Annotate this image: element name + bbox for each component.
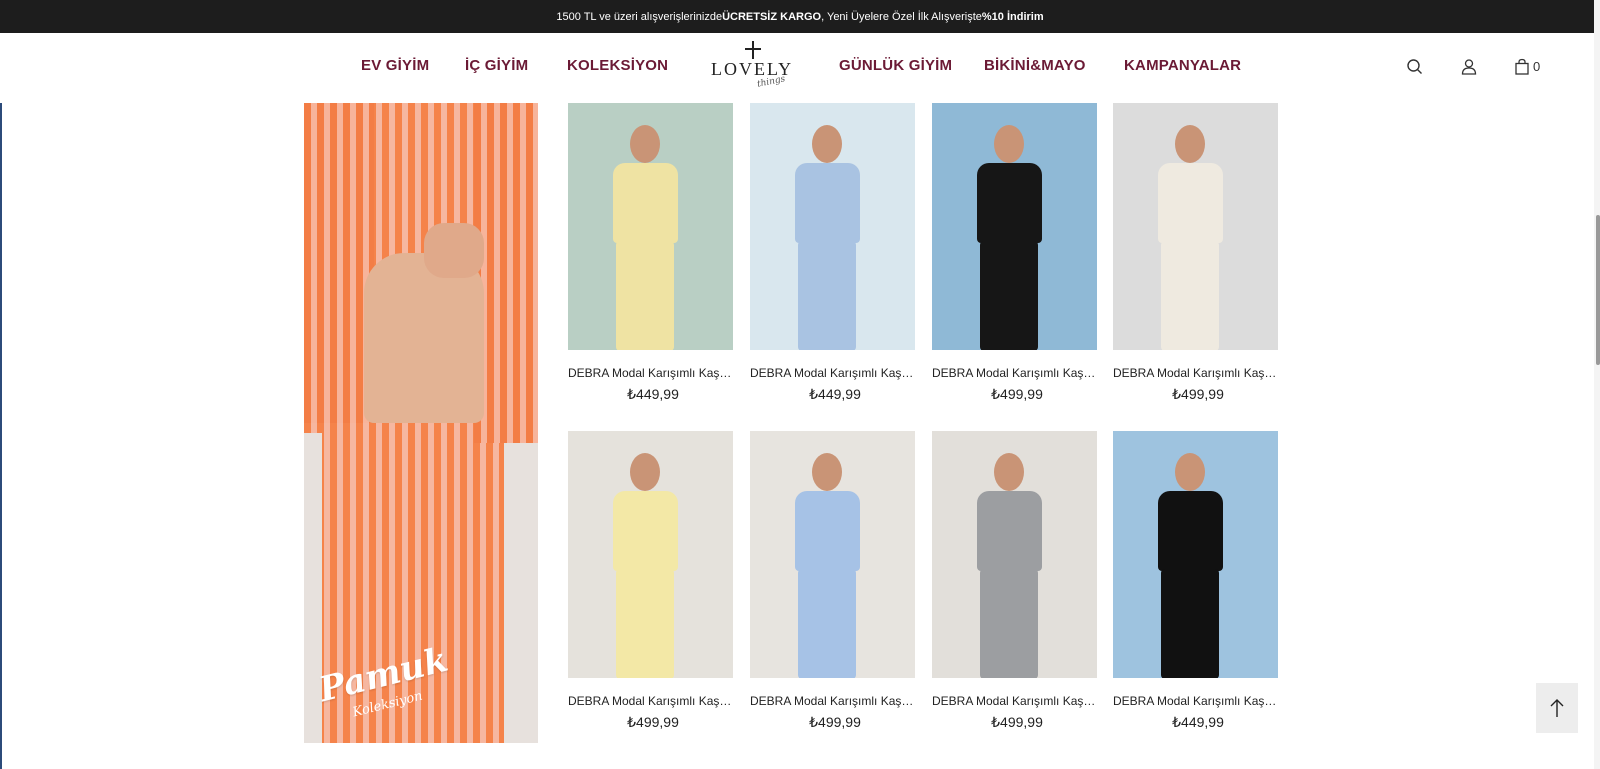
product-title[interactable]: DEBRA Modal Karışımlı Kaşkorse Pijama Ta…	[1113, 694, 1278, 708]
model-head	[994, 125, 1024, 163]
model-top	[613, 163, 678, 243]
product-card[interactable]: DEBRA Modal Karışımlı Kaşkorse Pijama Ta…	[750, 431, 915, 731]
model-bottom	[1161, 569, 1219, 678]
product-image[interactable]	[1113, 431, 1278, 678]
product-price: ₺449,99	[1172, 714, 1224, 730]
page-scrollbar-thumb[interactable]	[1596, 215, 1600, 365]
cart-count[interactable]: 0	[1533, 59, 1540, 74]
product-card[interactable]: DEBRA Modal Karışımlı Kaşkorse Pijama Ta…	[1113, 431, 1278, 731]
product-image[interactable]	[1113, 103, 1278, 350]
site-logo[interactable]: LOVELY things	[705, 39, 795, 97]
nav-ic-giyim[interactable]: İÇ GİYİM	[465, 57, 528, 74]
product-price: ₺499,99	[627, 714, 679, 730]
nav-kampanyalar[interactable]: KAMPANYALAR	[1124, 57, 1241, 74]
announcement-prefix: 1500 TL ve üzeri alışverişlerinizde	[556, 10, 723, 23]
product-price: ₺499,99	[991, 714, 1043, 730]
model-top	[795, 491, 860, 571]
product-title[interactable]: DEBRA Modal Karışımlı Kaşkorse Pijama Ta…	[932, 694, 1097, 708]
product-title[interactable]: DEBRA Modal Karışımlı Kaşkorse Pijama Ta…	[750, 366, 915, 380]
banner-model-hand	[424, 223, 484, 278]
model-top	[795, 163, 860, 243]
model-head	[994, 453, 1024, 491]
announcement-discount: %10 İndirim	[981, 10, 1044, 23]
model-head	[630, 453, 660, 491]
banner-background	[304, 433, 322, 743]
search-icon[interactable]	[1405, 57, 1425, 77]
promo-banner-pamuk-koleksiyon[interactable]: Pamuk Koleksiyon	[304, 103, 538, 743]
model-top	[1158, 163, 1223, 243]
announcement-bar: 1500 TL ve üzeri alışverişlerinizde ÜCRE…	[0, 0, 1600, 33]
product-card[interactable]: DEBRA Modal Karışımlı Kaşkorse Pijama Ta…	[568, 431, 733, 731]
site-header: EV GİYİM İÇ GİYİM KOLEKSİYON LOVELY thin…	[0, 33, 1600, 103]
window-edge	[0, 33, 2, 769]
shopping-bag-icon[interactable]	[1512, 57, 1532, 77]
product-title[interactable]: DEBRA Modal Karışımlı Kaşkorse Pijama Ta…	[568, 694, 733, 708]
model-bottom	[616, 569, 674, 678]
model-top	[1158, 491, 1223, 571]
scroll-to-top-button[interactable]	[1536, 683, 1578, 733]
banner-model-torso	[364, 253, 484, 423]
product-price: ₺449,99	[627, 386, 679, 402]
announcement-free-shipping: ÜCRETSİZ KARGO	[722, 10, 822, 23]
product-title[interactable]: DEBRA Modal Karışımlı Kaşkorse Pijama Ta…	[932, 366, 1097, 380]
product-card[interactable]: DEBRA Modal Karışımlı Kaşkorse Pijama Ta…	[932, 103, 1097, 403]
product-image[interactable]	[932, 431, 1097, 678]
product-card[interactable]: DEBRA Modal Karışımlı Kaşkorse Pijama Ta…	[568, 103, 733, 403]
product-image[interactable]	[568, 431, 733, 678]
model-bottom	[616, 241, 674, 350]
product-image[interactable]	[750, 103, 915, 350]
model-top	[613, 491, 678, 571]
product-image[interactable]	[568, 103, 733, 350]
product-card[interactable]: DEBRA Modal Karışımlı Kaşkorse Pijama Ta…	[750, 103, 915, 403]
nav-gunluk-giyim[interactable]: GÜNLÜK GİYİM	[839, 57, 952, 74]
product-title[interactable]: DEBRA Modal Karışımlı Kaşkorse Pijama Ta…	[1113, 366, 1278, 380]
product-title[interactable]: DEBRA Modal Karışımlı Kaşkorse Pijama Ta…	[750, 694, 915, 708]
product-price: ₺449,99	[809, 386, 861, 402]
model-bottom	[798, 241, 856, 350]
model-top	[977, 163, 1042, 243]
product-card[interactable]: DEBRA Modal Karışımlı Kaşkorse Pijama Ta…	[1113, 103, 1278, 403]
model-head	[630, 125, 660, 163]
announcement-middle: , Yeni Üyelere Özel İlk Alışverişte	[821, 10, 982, 23]
product-image[interactable]	[750, 431, 915, 678]
banner-background	[504, 433, 538, 743]
nav-koleksiyon[interactable]: KOLEKSİYON	[567, 57, 668, 74]
model-head	[812, 125, 842, 163]
nav-bikini-mayo[interactable]: BİKİNİ&MAYO	[984, 57, 1086, 74]
model-top	[977, 491, 1042, 571]
product-price: ₺499,99	[991, 386, 1043, 402]
nav-ev-giyim[interactable]: EV GİYİM	[361, 57, 429, 74]
page-scrollbar[interactable]	[1594, 0, 1600, 769]
product-price: ₺499,99	[1172, 386, 1224, 402]
user-icon[interactable]	[1459, 57, 1479, 77]
model-bottom	[798, 569, 856, 678]
model-bottom	[980, 241, 1038, 350]
model-bottom	[1161, 241, 1219, 350]
logo-cross-icon	[745, 41, 761, 59]
model-head	[1175, 125, 1205, 163]
model-head	[812, 453, 842, 491]
model-head	[1175, 453, 1205, 491]
product-price: ₺499,99	[809, 714, 861, 730]
product-image[interactable]	[932, 103, 1097, 350]
arrow-up-icon	[1550, 699, 1564, 717]
product-card[interactable]: DEBRA Modal Karışımlı Kaşkorse Pijama Ta…	[932, 431, 1097, 731]
model-bottom	[980, 569, 1038, 678]
product-title[interactable]: DEBRA Modal Karışımlı Kaşkorse Pijama Ta…	[568, 366, 733, 380]
